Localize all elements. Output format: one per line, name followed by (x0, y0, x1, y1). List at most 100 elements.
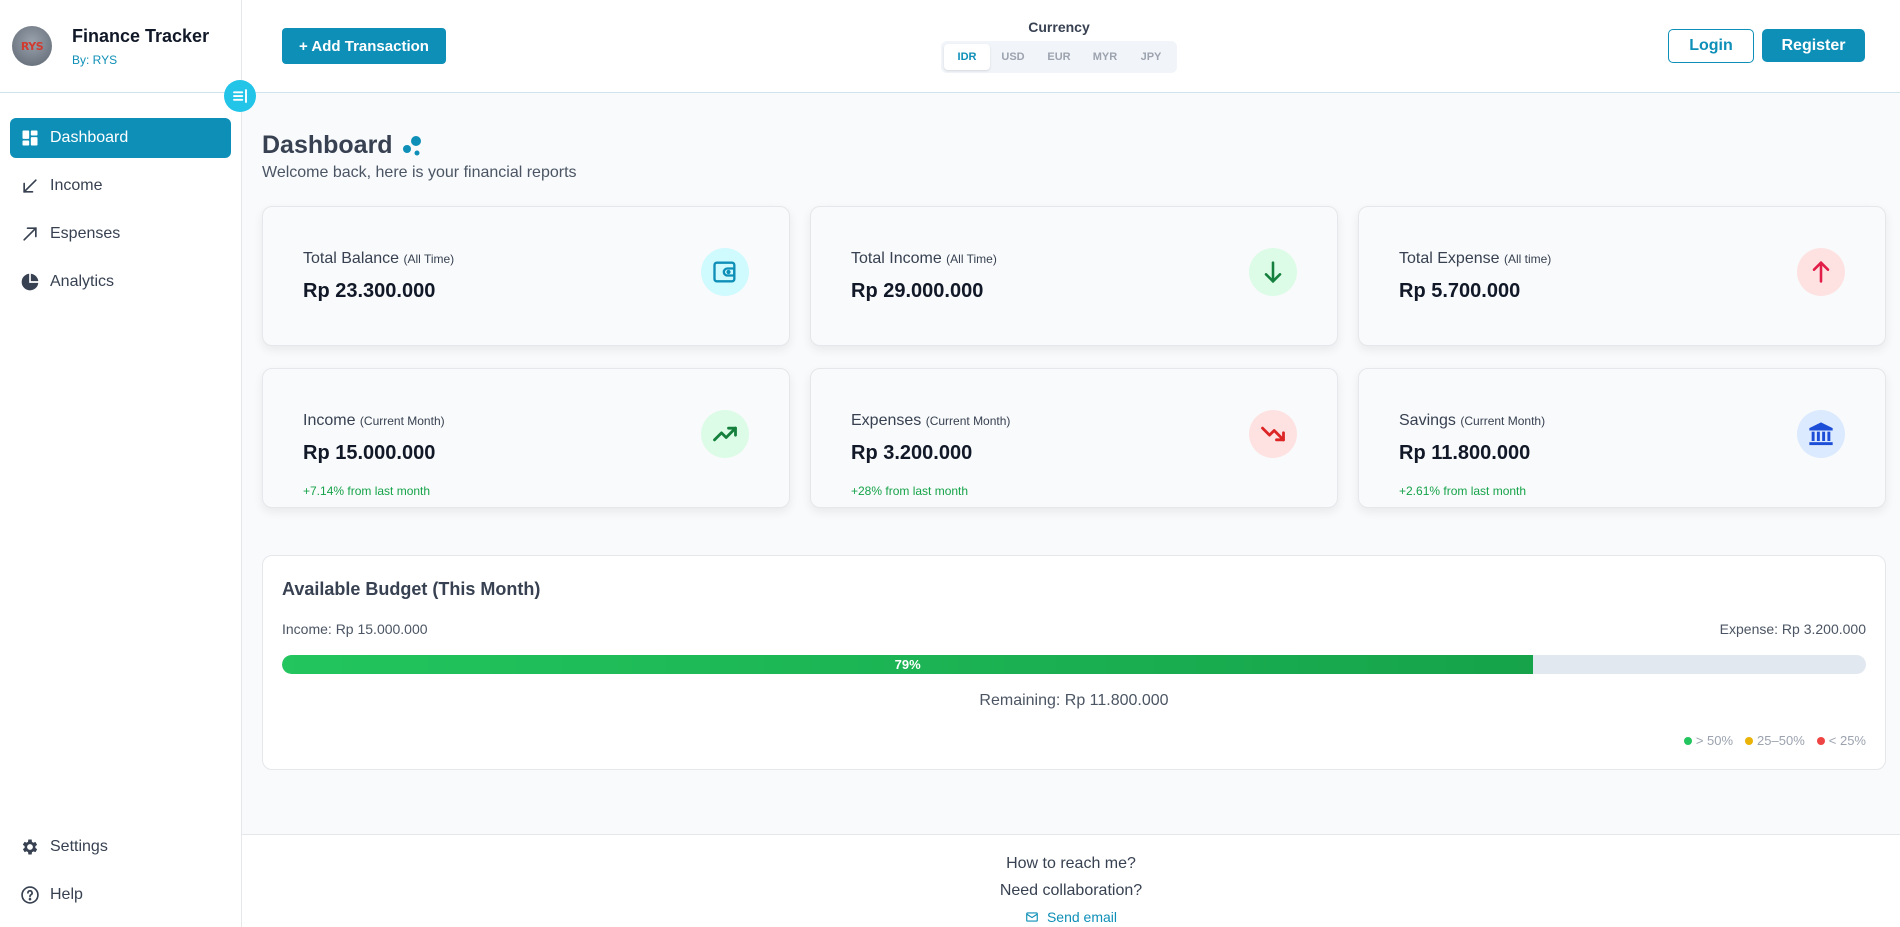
card-label-text: Total Expense (1399, 250, 1500, 267)
sidebar-item-help[interactable]: Help (10, 875, 231, 915)
legend-label: 25–50% (1757, 733, 1805, 748)
budget-legend: > 50% 25–50% < 25% (1672, 733, 1866, 748)
sidebar-item-income[interactable]: Income (10, 166, 231, 206)
card-icon-badge (1249, 410, 1297, 458)
budget-expense: Expense: Rp 3.200.000 (1719, 621, 1866, 637)
sidebar-collapse-button[interactable] (224, 80, 256, 112)
currency-option-myr[interactable]: MYR (1082, 44, 1128, 70)
legend-dot (1745, 736, 1754, 745)
arrow-down-icon (1264, 261, 1282, 283)
footer: How to reach me? Need collaboration? Sen… (242, 834, 1900, 927)
card-label-text: Expenses (851, 412, 922, 429)
brand-title: Finance Tracker (72, 25, 210, 46)
login-button[interactable]: Login (1668, 29, 1754, 63)
add-transaction-button[interactable]: + Add Transaction (282, 28, 446, 64)
card-label-text: Total Income (851, 250, 942, 267)
dashboard-icon (22, 130, 38, 146)
budget-income: Income: Rp 15.000.000 (282, 621, 428, 637)
card-value: Rp 23.300.000 (303, 280, 436, 302)
currency-label: Currency (1028, 19, 1090, 35)
sidebar-item-analytics[interactable]: Analytics (10, 262, 231, 302)
sidebar-item-label: Espenses (50, 225, 121, 242)
budget-title: Available Budget (This Month) (282, 579, 541, 599)
arrow-up-icon (1812, 261, 1830, 283)
collapse-icon (233, 89, 247, 103)
savings-month-card: Savings (Current Month) Rp 11.800.000 +2… (1358, 368, 1886, 508)
send-email-link[interactable]: Send email (242, 909, 1900, 925)
currency-selector: Currency IDR USD EUR MYR JPY (941, 19, 1177, 73)
wallet-icon (713, 261, 736, 283)
budget-progress-label: 79% (894, 657, 921, 672)
legend-item-mid: 25–50% (1745, 733, 1805, 748)
currency-option-usd[interactable]: USD (990, 44, 1036, 70)
legend-dot (1683, 736, 1692, 745)
income-month-card: Income (Current Month) Rp 15.000.000 +7.… (262, 368, 790, 508)
total-expense-card: Total Expense (All time) Rp 5.700.000 (1358, 206, 1886, 346)
sidebar-item-label: Analytics (50, 273, 115, 290)
footer-question: How to reach me? (1006, 855, 1136, 872)
currency-option-jpy[interactable]: JPY (1128, 44, 1174, 70)
sidebar-item-label: Help (50, 886, 83, 903)
card-period: (All Time) (403, 252, 455, 266)
card-period: (Current Month) (1460, 414, 1546, 428)
avatar-text: RYS (20, 39, 44, 53)
card-label: Expenses (Current Month) (851, 412, 1010, 430)
currency-options: IDR USD EUR MYR JPY (941, 41, 1177, 73)
currency-option-idr[interactable]: IDR (944, 44, 990, 70)
page-title-text: Dashboard (262, 131, 393, 159)
bubbles-icon (402, 135, 421, 155)
expenses-month-card: Expenses (Current Month) Rp 3.200.000 +2… (810, 368, 1338, 508)
arrow-up-right-icon (23, 227, 37, 241)
card-icon-badge (1797, 410, 1845, 458)
card-label: Savings (Current Month) (1399, 412, 1545, 430)
total-balance-card: Total Balance (All Time) Rp 23.300.000 (262, 206, 790, 346)
card-label: Income (Current Month) (303, 412, 445, 430)
card-label-text: Savings (1399, 412, 1456, 429)
brand: RYS Finance Tracker By: RYS (0, 0, 241, 93)
budget-remaining: Remaining: Rp 11.800.000 (979, 692, 1169, 709)
pie-chart-icon (21, 273, 39, 291)
sidebar-item-settings[interactable]: Settings (10, 827, 231, 867)
card-icon-badge (701, 410, 749, 458)
card-label: Total Income (All Time) (851, 250, 997, 268)
currency-option-eur[interactable]: EUR (1036, 44, 1082, 70)
avatar: RYS (12, 26, 52, 66)
brand-subtitle: By: RYS (72, 52, 118, 67)
card-period: (Current Month) (359, 414, 445, 428)
send-email-label: Send email (1046, 909, 1118, 925)
legend-dot (1816, 736, 1825, 745)
card-value: Rp 29.000.000 (851, 280, 984, 302)
card-value: Rp 5.700.000 (1399, 280, 1521, 302)
trending-up-icon (713, 426, 737, 442)
card-icon-badge (1797, 248, 1845, 296)
topbar: + Add Transaction Currency IDR USD EUR M… (242, 0, 1900, 93)
card-period: (Current Month) (925, 414, 1011, 428)
page-title: Dashboard (262, 131, 427, 160)
sidebar-item-expenses[interactable]: Espenses (10, 214, 231, 254)
card-change: +7.14% from last month (303, 484, 431, 498)
arrow-down-left-icon (23, 179, 37, 193)
card-period: (All time) (1503, 252, 1552, 266)
available-budget-panel: Available Budget (This Month) Income: Rp… (262, 555, 1886, 770)
sidebar-item-label: Dashboard (50, 129, 129, 146)
register-button[interactable]: Register (1762, 29, 1865, 62)
card-label-text: Income (303, 412, 356, 429)
legend-item-low: < 25% (1816, 733, 1866, 748)
sidebar-item-dashboard[interactable]: Dashboard (10, 118, 231, 158)
sidebar-item-label: Income (50, 177, 103, 194)
card-label-text: Total Balance (303, 250, 400, 267)
card-change: +28% from last month (851, 484, 969, 498)
footer-collab: Need collaboration? (999, 882, 1143, 899)
card-icon-badge (1249, 248, 1297, 296)
sidebar-item-label: Settings (50, 838, 108, 855)
mail-icon (1026, 912, 1038, 922)
budget-progress-track: 79% (282, 655, 1866, 674)
card-icon-badge (701, 248, 749, 296)
card-label: Total Balance (All Time) (303, 250, 454, 268)
bank-icon (1809, 422, 1833, 446)
legend-label: > 50% (1695, 733, 1734, 748)
page-subtitle: Welcome back, here is your financial rep… (262, 164, 577, 181)
gear-icon (22, 839, 38, 855)
sidebar: RYS Finance Tracker By: RYS Dashboard In… (0, 0, 242, 927)
card-period: (All Time) (946, 252, 997, 266)
